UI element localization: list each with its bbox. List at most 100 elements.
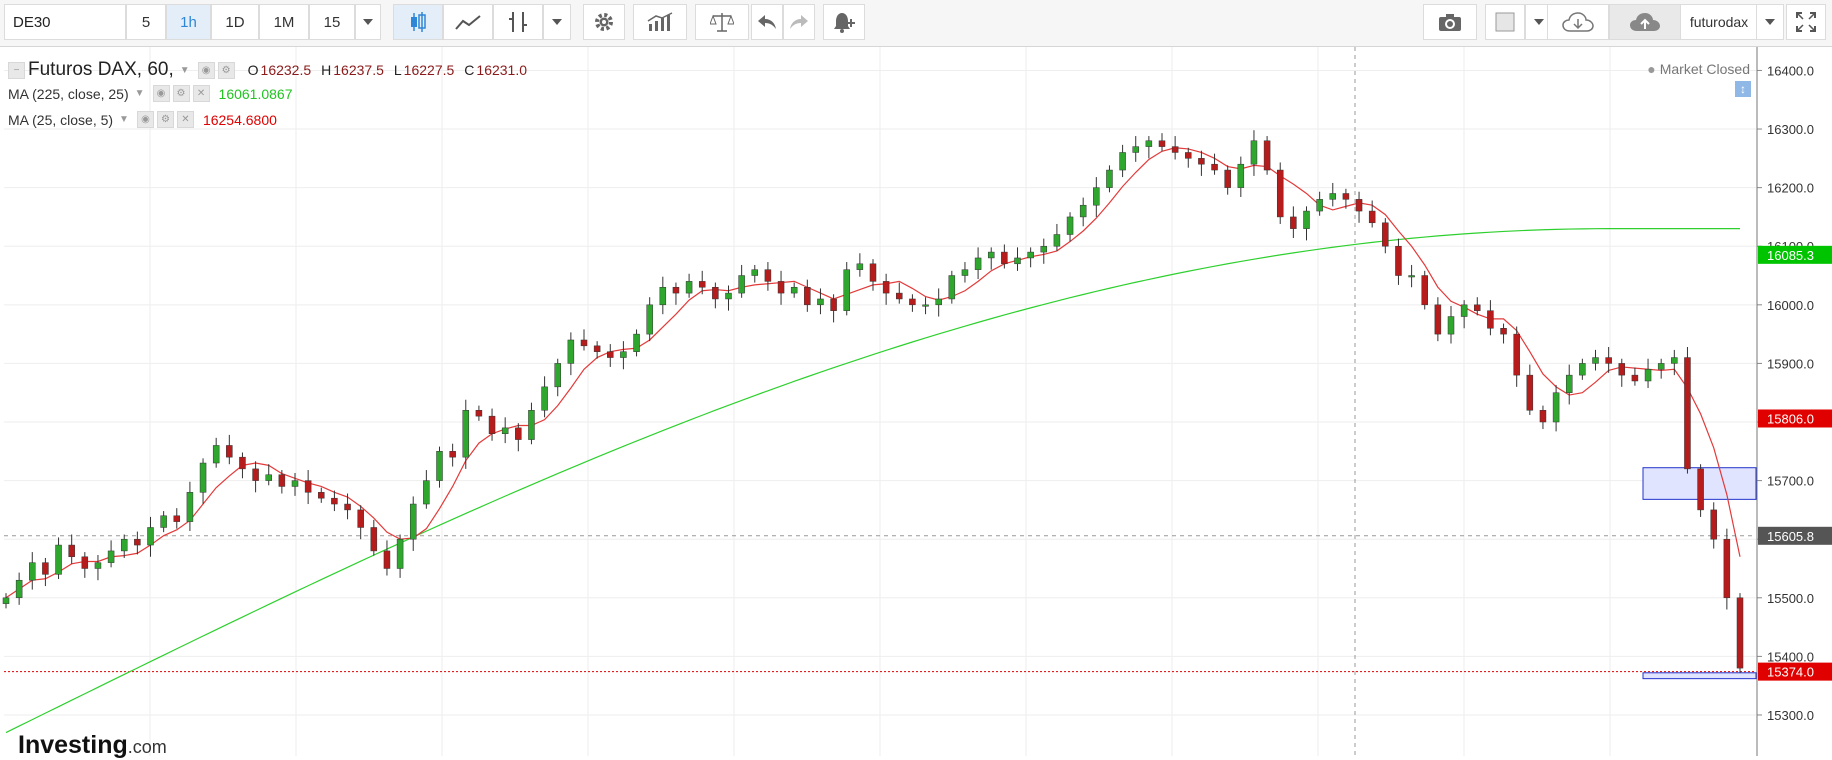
- price-label-text: 15374.0: [1767, 665, 1814, 680]
- candle-body: [1671, 357, 1678, 364]
- price-axis[interactable]: 16400.016300.016200.016100.016000.015900…: [1756, 47, 1832, 756]
- settings-gear-icon[interactable]: ⚙: [172, 85, 190, 102]
- chart-style-candles-button[interactable]: [393, 4, 443, 40]
- candle-body: [1198, 158, 1205, 165]
- candle-body: [567, 339, 575, 364]
- symbol-input[interactable]: [4, 4, 126, 40]
- ohlc-high-key: H: [321, 62, 332, 78]
- logo-brand: Investing: [18, 731, 128, 759]
- candle-body: [1316, 199, 1323, 212]
- candle-body: [252, 468, 259, 481]
- interval-15-button[interactable]: 15: [309, 4, 355, 40]
- candle-body: [580, 339, 588, 347]
- eye-visibility-icon[interactable]: ◉: [136, 111, 154, 128]
- candle-body: [94, 562, 102, 569]
- candle-body: [1185, 152, 1192, 159]
- interval-1m-button[interactable]: 1M: [259, 4, 309, 40]
- candle-body: [15, 579, 23, 599]
- grid: [4, 47, 1756, 756]
- candle-body: [593, 345, 601, 352]
- ma1-legend: MA (225, close, 25) ▼ ◉ ⚙ ✕ 16061.0867: [8, 85, 293, 102]
- alert-button[interactable]: [823, 4, 865, 40]
- compare-button[interactable]: [695, 4, 749, 40]
- candle-body: [882, 281, 890, 294]
- user-menu-button[interactable]: futurodax: [1680, 4, 1758, 40]
- settings-gear-icon[interactable]: ⚙: [217, 61, 235, 79]
- dropdown-caret-icon[interactable]: ▼: [180, 65, 190, 76]
- user-dropdown-button[interactable]: [1756, 4, 1784, 40]
- cloud-download-icon: [1562, 12, 1594, 32]
- candle-body: [278, 474, 286, 487]
- ohlc-low-value: 16227.5: [403, 62, 455, 78]
- undo-button[interactable]: [751, 4, 783, 40]
- highlight-zone: [1642, 672, 1757, 680]
- candle-body: [541, 386, 548, 411]
- candle-body: [1565, 374, 1573, 393]
- color-theme-button[interactable]: [1485, 4, 1525, 40]
- undo-icon: [758, 15, 776, 29]
- candle-body: [1093, 187, 1100, 206]
- compare-scale-icon: [710, 13, 734, 32]
- candle-body: [449, 451, 456, 458]
- interval-5-button[interactable]: 5: [126, 4, 166, 40]
- y-tick-label: 15500.0: [1767, 591, 1814, 606]
- indicators-button[interactable]: [493, 4, 543, 40]
- candle-body: [672, 286, 680, 294]
- chart-style-line-button[interactable]: [443, 4, 493, 40]
- chart-area[interactable]: 16400.016300.016200.016100.016000.015900…: [0, 47, 1832, 759]
- candle-body: [974, 257, 982, 270]
- y-tick-label: 15400.0: [1767, 649, 1814, 664]
- ma2-value: 16254.6800: [202, 111, 277, 128]
- candle-body: [1329, 193, 1337, 200]
- candle-body: [81, 556, 89, 569]
- screenshot-button[interactable]: [1423, 4, 1477, 40]
- candle-body: [331, 497, 338, 505]
- candle-body: [633, 333, 640, 352]
- candle-body: [55, 544, 62, 575]
- candle-body: [265, 474, 272, 481]
- remove-indicator-icon[interactable]: ✕: [192, 85, 210, 102]
- color-square-icon: [1495, 12, 1515, 32]
- candle-body: [120, 538, 128, 552]
- dropdown-caret-icon[interactable]: ▼: [135, 88, 145, 99]
- ma1-value: 16061.0867: [218, 85, 293, 102]
- candle-body: [436, 451, 443, 481]
- settings-gear-icon[interactable]: ⚙: [156, 111, 174, 128]
- interval-dropdown-button[interactable]: [355, 4, 381, 40]
- candle-body: [922, 304, 929, 307]
- price-chart[interactable]: 16400.016300.016200.016100.016000.015900…: [0, 47, 1832, 756]
- indicators-dropdown-button[interactable]: [543, 4, 571, 40]
- collapse-legend-button[interactable]: −: [8, 61, 25, 79]
- remove-indicator-icon[interactable]: ✕: [176, 111, 194, 128]
- candle-body: [646, 304, 653, 335]
- dropdown-caret-icon[interactable]: ▼: [119, 114, 129, 125]
- candle-body: [1487, 310, 1494, 329]
- candle-body: [909, 298, 916, 306]
- settings-button[interactable]: [583, 4, 625, 40]
- candle-body: [147, 527, 154, 546]
- ma1-label: MA (225, close, 25): [8, 85, 129, 102]
- candle-body: [1303, 210, 1310, 229]
- candle-body: [186, 492, 194, 522]
- price-label-text: 15605.8: [1767, 529, 1814, 544]
- candle-body: [987, 251, 995, 259]
- main-legend: − Futuros DAX, 60, ▼ ◉ ⚙ O 16232.5 H 16237…: [8, 59, 527, 81]
- candle-body: [1368, 210, 1376, 224]
- candle-body: [357, 509, 364, 528]
- fullscreen-button[interactable]: [1786, 4, 1826, 40]
- candle-body: [1526, 374, 1534, 411]
- candle-body: [607, 351, 614, 358]
- load-layout-button[interactable]: [1547, 4, 1609, 40]
- candle-body: [304, 480, 312, 493]
- interval-1d-button[interactable]: 1D: [211, 4, 259, 40]
- studies-button[interactable]: [633, 4, 687, 40]
- candle-body: [515, 427, 522, 440]
- candle-body: [475, 410, 483, 417]
- eye-visibility-icon[interactable]: ◉: [152, 85, 170, 102]
- save-layout-button[interactable]: [1609, 4, 1681, 40]
- interval-1h-button[interactable]: 1h: [166, 4, 211, 40]
- redo-button[interactable]: [783, 4, 815, 40]
- eye-visibility-icon[interactable]: ◉: [197, 61, 215, 79]
- candle-body: [1040, 245, 1048, 253]
- scale-toggle-icon[interactable]: ↕: [1735, 81, 1751, 97]
